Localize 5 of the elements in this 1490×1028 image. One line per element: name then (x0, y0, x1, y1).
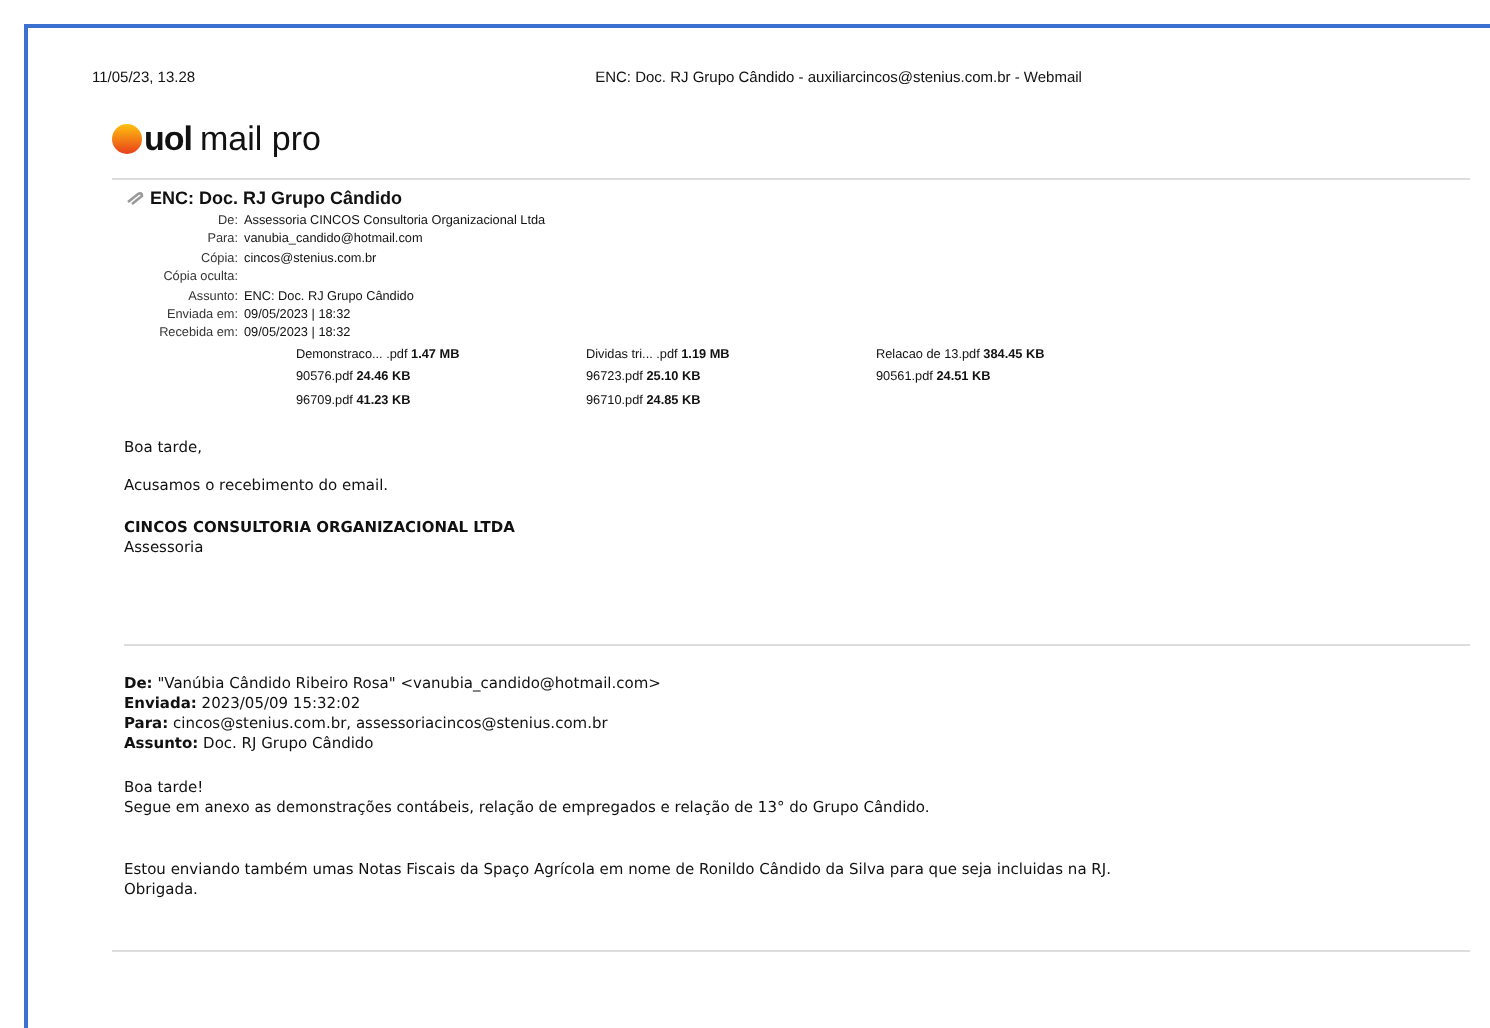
message-subject: ENC: Doc. RJ Grupo Cândido (150, 188, 402, 208)
paperclip-icon (126, 191, 144, 205)
logo-ball-icon (112, 123, 142, 153)
logo-brand: uol (144, 121, 192, 155)
logo-product: mail pro (200, 121, 321, 155)
